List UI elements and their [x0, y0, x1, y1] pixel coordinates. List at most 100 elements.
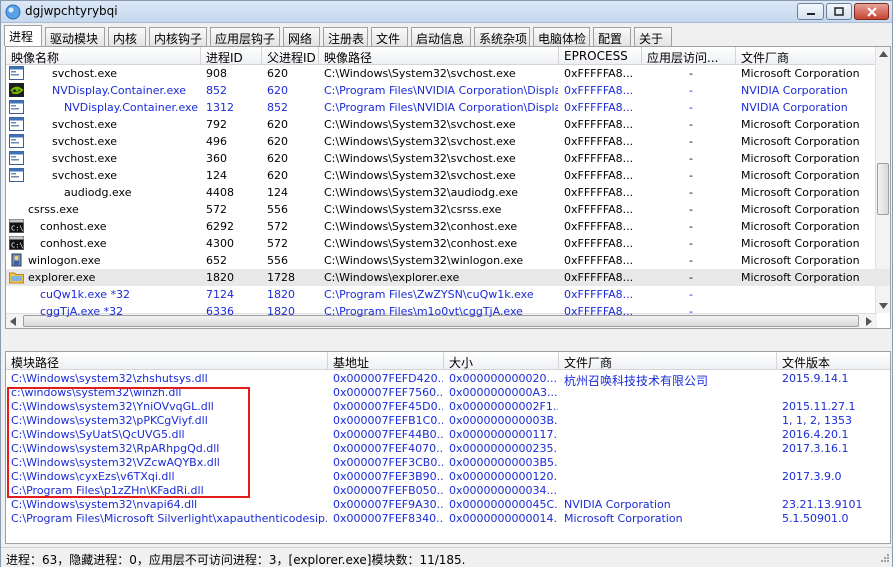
process-col-header-name[interactable]: 映像名称: [6, 47, 201, 65]
module-col-header-path[interactable]: 模块路径: [6, 352, 328, 370]
process-cell-name: svchost.exe: [52, 152, 118, 165]
module-col-header-vendor[interactable]: 文件厂商: [559, 352, 777, 370]
tab-12[interactable]: 关于: [634, 27, 672, 46]
module-cell-vendor: NVIDIA Corporation: [564, 498, 671, 511]
status-bar: 进程：63，隐藏进程：0，应用层不可访问进程：3，[explorer.exe]模…: [1, 547, 892, 567]
process-cell-eprocess: 0xFFFFFA8...: [564, 271, 634, 284]
process-col-header-path[interactable]: 映像路径: [319, 47, 559, 65]
process-cell-pid: 360: [206, 152, 227, 165]
process-cell-vendor: [741, 286, 876, 303]
process-cell-eprocess: 0xFFFFFA8...: [564, 67, 634, 80]
scroll-up-icon[interactable]: [879, 51, 888, 57]
module-col-header-base[interactable]: 基地址: [328, 352, 444, 370]
process-row[interactable]: svchost.exe 908 620 C:\Windows\System32\svc…: [6, 65, 890, 82]
module-row[interactable]: C:\Windows\system32\zhshutsys.dll 0x00000…: [6, 372, 890, 386]
process-cell-pid: 1312: [206, 101, 234, 114]
process-row[interactable]: winlogon.exe 652 556 C:\Windows\System32\wi…: [6, 252, 890, 269]
module-cell-base: 0x000007FEF45D0...: [333, 400, 443, 413]
module-cell-vendor: [564, 386, 776, 400]
process-cell-path: C:\Windows\System32\conhost.exe: [324, 237, 518, 250]
process-col-header-vendor[interactable]: 文件厂商: [736, 47, 877, 65]
process-cell-access: -: [689, 67, 693, 80]
process-cell-ppid: 124: [267, 186, 288, 199]
module-col-header-version[interactable]: 文件版本: [777, 352, 890, 370]
process-cell-vendor: Microsoft Corporation: [741, 135, 860, 148]
process-cell-eprocess: 0xFFFFFA8...: [564, 84, 634, 97]
process-cell-ppid: 620: [267, 67, 288, 80]
process-cell-access: -: [689, 152, 693, 165]
tab-4[interactable]: 应用层钩子: [210, 27, 280, 46]
process-row[interactable]: explorer.exe 1820 1728 C:\Windows\explorer.…: [6, 269, 890, 286]
process-cell-ppid: 1820: [267, 305, 295, 318]
process-row[interactable]: svchost.exe 792 620 C:\Windows\System32\svc…: [6, 116, 890, 133]
process-col-header-ppid[interactable]: 父进程ID: [262, 47, 319, 65]
module-cell-version: 2015.9.14.1: [782, 372, 849, 385]
process-cell-access: -: [689, 118, 693, 131]
module-col-header-size[interactable]: 大小: [444, 352, 559, 370]
process-cell-vendor: Microsoft Corporation: [741, 237, 860, 250]
resize-grip-icon[interactable]: [878, 553, 890, 565]
process-row[interactable]: svchost.exe 124 620 C:\Windows\System32\svc…: [6, 167, 890, 184]
process-cell-vendor: Microsoft Corporation: [741, 220, 860, 233]
process-col-header-eprocess[interactable]: EPROCESS: [559, 47, 642, 65]
module-cell-version: 23.21.13.9101: [782, 498, 863, 511]
module-row[interactable]: C:\Program Files\Microsoft Silverlight\x…: [6, 512, 890, 526]
process-cell-name: svchost.exe: [52, 67, 118, 80]
process-row[interactable]: svchost.exe 496 620 C:\Windows\System32\svc…: [6, 133, 890, 150]
process-cell-pid: 852: [206, 84, 227, 97]
process-col-header-access[interactable]: 应用层访问...: [642, 47, 736, 65]
process-cell-path: C:\Program Files\NVIDIA Corporation\Disp…: [324, 84, 558, 97]
tab-8[interactable]: 启动信息: [411, 27, 471, 46]
minimize-button[interactable]: [797, 3, 824, 20]
process-cell-access: -: [689, 305, 693, 318]
process-row[interactable]: C:\ conhost.exe 4300 572 C:\Windows\System32…: [6, 235, 890, 252]
process-table-header: 映像名称 进程ID 父进程ID 映像路径 EPROCESS 应用层访问... 文件厂商: [6, 47, 890, 65]
module-cell-version: 2015.11.27.1: [782, 400, 856, 413]
process-cell-vendor: Microsoft Corporation: [741, 152, 860, 165]
process-row[interactable]: audiodg.exe 4408 124 C:\Windows\System32\au…: [6, 184, 890, 201]
tab-11[interactable]: 配置: [593, 27, 631, 46]
process-row[interactable]: cggTjA.exe *32 6336 1820 C:\Program Files\m…: [6, 303, 890, 320]
process-cell-eprocess: 0xFFFFFA8...: [564, 305, 634, 318]
process-row[interactable]: C:\ conhost.exe 6292 572 C:\Windows\System32…: [6, 218, 890, 235]
module-cell-base: 0x000007FEF3B90...: [333, 470, 443, 483]
tab-3[interactable]: 内核钩子: [149, 27, 207, 46]
title-bar[interactable]: dgjwpchtyrybqi: [1, 1, 892, 23]
tab-1[interactable]: 驱动模块: [45, 27, 105, 46]
app-window-icon: [9, 66, 24, 80]
process-row[interactable]: NVDisplay.Container.exe 1312 852 C:\Program…: [6, 99, 890, 116]
app-window: dgjwpchtyrybqi 进程 驱动模块 内核 内核钩子 应用层钩子 网络 注册表 文件启…: [0, 0, 893, 567]
tab-5[interactable]: 网络: [283, 27, 320, 46]
process-cell-pid: 792: [206, 118, 227, 131]
module-cell-base: 0x000007FEFD420...: [333, 372, 443, 385]
module-cell-size: 0x000000000045C...: [449, 498, 558, 511]
process-row[interactable]: csrss.exe 572 556 C:\Windows\System32\csrss…: [6, 201, 890, 218]
process-cell-vendor: Microsoft Corporation: [741, 271, 860, 284]
process-cell-path: C:\Windows\System32\csrss.exe: [324, 203, 502, 216]
process-col-header-pid[interactable]: 进程ID: [201, 47, 262, 65]
process-cell-ppid: 556: [267, 203, 288, 216]
module-cell-vendor: [564, 414, 776, 428]
close-button[interactable]: [854, 3, 889, 20]
main-tabs: 进程 驱动模块 内核 内核钩子 应用层钩子 网络 注册表 文件 启动信息 系统杂项 电脑体检 配置 关于: [4, 25, 889, 46]
process-cell-eprocess: 0xFFFFFA8...: [564, 169, 634, 182]
minimize-icon: [806, 12, 815, 15]
module-row[interactable]: C:\Windows\system32\nvapi64.dll 0x000007F…: [6, 498, 890, 512]
process-cell-eprocess: 0xFFFFFA8...: [564, 118, 634, 131]
process-cell-vendor: [741, 303, 876, 320]
process-row[interactable]: cuQw1k.exe *32 7124 1820 C:\Program Files\Z…: [6, 286, 890, 303]
process-cell-vendor: NVIDIA Corporation: [741, 84, 848, 97]
process-cell-ppid: 572: [267, 220, 288, 233]
process-row[interactable]: NVDisplay.Container.exe 852 620 C:\Program …: [6, 82, 890, 99]
tab-2[interactable]: 内核: [108, 27, 146, 46]
module-cell-base: 0x000007FEF8340...: [333, 512, 443, 525]
module-cell-base: 0x000007FEF9A30...: [333, 498, 443, 511]
module-cell-base: 0x000007FEF4070...: [333, 442, 443, 455]
tab-9[interactable]: 系统杂项: [474, 27, 530, 46]
tab-10[interactable]: 电脑体检: [533, 27, 590, 46]
maximize-button[interactable]: [826, 3, 852, 20]
tab-7[interactable]: 文件: [371, 27, 408, 46]
tab-0[interactable]: 进程: [4, 25, 42, 46]
process-row[interactable]: svchost.exe 360 620 C:\Windows\System32\svc…: [6, 150, 890, 167]
tab-6[interactable]: 注册表: [323, 27, 368, 46]
